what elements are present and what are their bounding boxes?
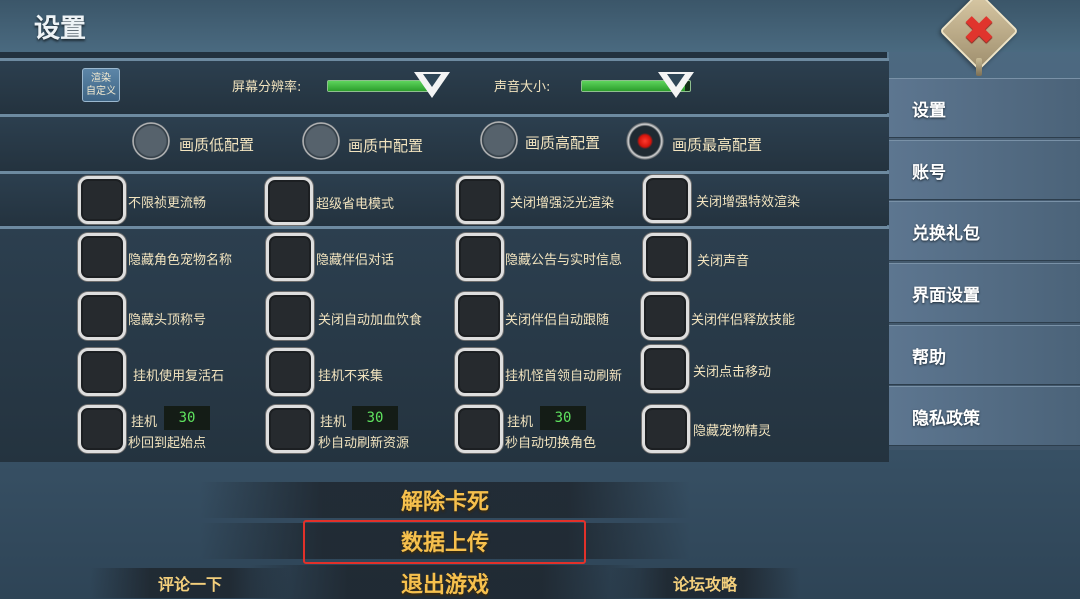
switch-character-checkbox[interactable]	[455, 405, 503, 453]
refresh-resources-seconds[interactable]: 30	[352, 406, 398, 430]
page-title: 设置	[34, 14, 87, 44]
unlimited-fps-label: 不限祯更流畅	[128, 196, 207, 211]
sidebar-item-help[interactable]: 帮助	[889, 325, 1080, 385]
hide-pet-sprite-label: 隐藏宠物精灵	[693, 424, 772, 439]
mute-sound-checkbox[interactable]	[643, 233, 691, 281]
render-custom-button[interactable]: 渲染 自定义	[82, 68, 120, 102]
forum-guide-button[interactable]: 论坛攻略	[610, 568, 800, 598]
no-gathering-checkbox[interactable]	[266, 348, 314, 396]
hide-title-label: 隐藏头顶称号	[128, 313, 207, 328]
boss-auto-refresh-checkbox[interactable]	[455, 348, 503, 396]
switch-character-suffix: 秒自动切换角色	[505, 436, 597, 451]
sidebar-item-privacy[interactable]: 隐私政策	[889, 386, 1080, 446]
review-button[interactable]: 评论一下	[90, 568, 290, 598]
quality-high-label: 画质高配置	[525, 134, 601, 152]
use-revive-stone-checkbox[interactable]	[78, 348, 126, 396]
volume-label: 声音大小:	[494, 80, 551, 95]
upload-highlight-frame	[303, 520, 586, 564]
tassel-decoration	[976, 58, 982, 76]
return-to-start-checkbox[interactable]	[78, 405, 126, 453]
resolution-handle-inner	[423, 74, 441, 87]
close-icon[interactable]: ✖	[951, 3, 1007, 59]
hide-partner-dialogue-label: 隐藏伴侣对话	[316, 253, 395, 268]
return-to-start-prefix: 挂机	[131, 415, 158, 430]
resolution-label: 屏幕分辨率:	[232, 80, 302, 95]
quality-highest-label: 画质最高配置	[672, 136, 763, 154]
disable-partner-follow-checkbox[interactable]	[455, 292, 503, 340]
power-saving-label: 超级省电模式	[316, 197, 395, 212]
return-to-start-suffix: 秒回到起始点	[128, 436, 207, 451]
disable-effects-checkbox[interactable]	[643, 175, 691, 223]
sidebar-item-settings[interactable]: 设置	[889, 78, 1080, 138]
unlimited-fps-checkbox[interactable]	[78, 176, 126, 224]
hide-announcements-checkbox[interactable]	[456, 233, 504, 281]
disable-click-move-checkbox[interactable]	[641, 345, 689, 393]
hide-pet-sprite-checkbox[interactable]	[642, 405, 690, 453]
unstuck-button[interactable]: 解除卡死	[200, 482, 690, 518]
no-gathering-label: 挂机不采集	[318, 369, 384, 384]
quality-medium-label: 画质中配置	[348, 137, 424, 155]
hide-pet-names-checkbox[interactable]	[78, 233, 126, 281]
hide-partner-dialogue-checkbox[interactable]	[266, 233, 314, 281]
disable-partner-skills-checkbox[interactable]	[641, 292, 689, 340]
mute-sound-label: 关闭声音	[697, 254, 750, 269]
power-saving-checkbox[interactable]	[265, 177, 313, 225]
quality-medium-radio[interactable]	[302, 122, 340, 160]
disable-partner-follow-label: 关闭伴侣自动跟随	[505, 313, 610, 328]
sidebar-item-interface[interactable]: 界面设置	[889, 263, 1080, 323]
disable-bloom-checkbox[interactable]	[456, 176, 504, 224]
refresh-resources-suffix: 秒自动刷新资源	[318, 436, 410, 451]
disable-auto-heal-label: 关闭自动加血饮食	[318, 313, 423, 328]
hide-title-checkbox[interactable]	[78, 292, 126, 340]
boss-auto-refresh-label: 挂机怪首领自动刷新	[505, 369, 623, 384]
quality-highest-radio[interactable]	[626, 122, 664, 160]
sidebar-item-account[interactable]: 账号	[889, 140, 1080, 200]
title-bar	[0, 0, 1080, 52]
hide-announcements-label: 隐藏公告与实时信息	[505, 253, 623, 268]
refresh-resources-checkbox[interactable]	[266, 405, 314, 453]
exit-game-button[interactable]: 退出游戏	[250, 565, 640, 599]
return-to-start-seconds[interactable]: 30	[164, 406, 210, 430]
sidebar-item-redeem[interactable]: 兑换礼包	[889, 201, 1080, 261]
volume-handle-inner	[667, 74, 685, 87]
disable-bloom-label: 关闭增强泛光渲染	[510, 196, 615, 211]
disable-effects-label: 关闭增强特效渲染	[696, 195, 801, 210]
quality-low-label: 画质低配置	[179, 136, 255, 154]
disable-auto-heal-checkbox[interactable]	[266, 292, 314, 340]
hide-pet-names-label: 隐藏角色宠物名称	[128, 253, 233, 268]
quality-high-radio[interactable]	[480, 121, 518, 159]
disable-click-move-label: 关闭点击移动	[693, 365, 772, 380]
quality-low-radio[interactable]	[132, 122, 170, 160]
refresh-resources-prefix: 挂机	[320, 415, 347, 430]
use-revive-stone-label: 挂机使用复活石	[133, 369, 225, 384]
disable-partner-skills-label: 关闭伴侣释放技能	[691, 313, 796, 328]
switch-character-prefix: 挂机	[507, 415, 534, 430]
switch-character-seconds[interactable]: 30	[540, 406, 586, 430]
